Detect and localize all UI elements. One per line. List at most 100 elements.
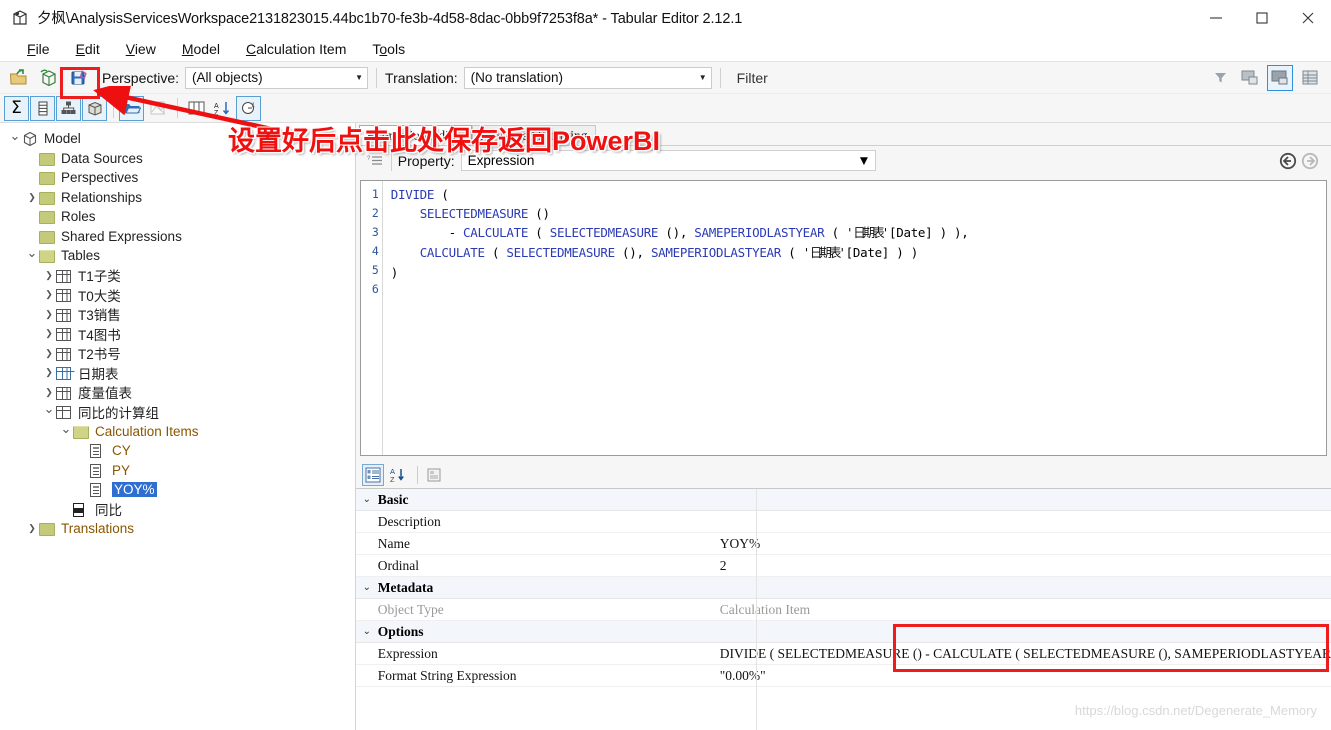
tree-node-t1-[interactable]: ❯ T1子类 bbox=[0, 266, 355, 286]
menu-edit-key: E bbox=[75, 40, 85, 57]
property-category-label: Basic bbox=[377, 491, 409, 507]
menu-file[interactable]: File bbox=[14, 39, 63, 59]
property-row[interactable]: Ordinal 2 bbox=[355, 555, 1331, 577]
tree-node--[interactable]: 同比 bbox=[0, 500, 355, 520]
tree-node-translations[interactable]: ❯ Translations bbox=[0, 519, 355, 539]
nav-forward-icon[interactable] bbox=[1299, 150, 1321, 172]
property-category-options[interactable]: ⌄ Options bbox=[355, 621, 1331, 643]
tree-node-label: 同比 bbox=[95, 503, 122, 519]
menu-tools[interactable]: Tools bbox=[359, 39, 418, 59]
tree-node-t0-[interactable]: ❯ T0大类 bbox=[0, 285, 355, 305]
alphabetical-sort-icon[interactable]: A Z bbox=[387, 464, 409, 486]
tree-node-label: Translations bbox=[61, 521, 135, 537]
connect-database-icon[interactable] bbox=[36, 65, 62, 91]
collapse-arrow-icon[interactable]: ⌄ bbox=[59, 422, 73, 435]
categorized-view-icon[interactable] bbox=[361, 464, 384, 486]
property-row[interactable]: Format String Expression "0.00%" bbox=[355, 665, 1331, 687]
property-row[interactable]: Name YOY% bbox=[355, 533, 1331, 555]
tree-node--[interactable]: ⌄ 同比的计算组 bbox=[0, 402, 355, 422]
filter-icon[interactable] bbox=[1207, 65, 1233, 91]
tree-node-tables[interactable]: ⌄ Tables bbox=[0, 246, 355, 266]
object-tree[interactable]: ⌄ Model Data Sources Perspectives ❯ Relations… bbox=[0, 123, 356, 730]
expand-arrow-icon[interactable]: ❯ bbox=[42, 329, 56, 338]
minimize-button[interactable] bbox=[1193, 0, 1239, 36]
close-button[interactable] bbox=[1285, 0, 1331, 36]
property-name: Object Type bbox=[377, 601, 444, 617]
toolbar-separator-1 bbox=[376, 67, 378, 88]
tree-node-yoy%[interactable]: YOY% bbox=[0, 480, 355, 500]
tree-node-list: ⌄ Model Data Sources Perspectives ❯ Relations… bbox=[0, 129, 355, 539]
menu-edit[interactable]: Edit bbox=[63, 39, 113, 59]
columns-toggle-icon[interactable] bbox=[30, 95, 55, 121]
menu-file-key: F bbox=[27, 40, 36, 57]
expand-arrow-icon[interactable]: ❯ bbox=[42, 309, 56, 319]
tree-node-relationships[interactable]: ❯ Relationships bbox=[0, 188, 355, 208]
collapse-arrow-icon[interactable]: ⌄ bbox=[25, 246, 39, 259]
line-number: 5 bbox=[371, 263, 379, 277]
folder-icon bbox=[39, 190, 56, 205]
calculation-group-icon bbox=[56, 404, 73, 420]
expand-arrow-icon[interactable]: ❯ bbox=[42, 348, 56, 358]
collapse-arrow-icon[interactable]: ⌄ bbox=[8, 129, 22, 142]
filter-input[interactable]: Filter bbox=[728, 66, 1205, 89]
maximize-button[interactable] bbox=[1239, 0, 1285, 36]
expression-code-editor[interactable]: 1 2 3 4 5 6 DIVIDE ( SELECTEDMEASURE () - CAL… bbox=[359, 180, 1327, 456]
property-value[interactable]: DIVIDE ( SELECTEDMEASURE () - CALCULATE … bbox=[716, 646, 1331, 662]
properties-grid[interactable]: ⌄ Basic Description Name YOY% Ordinal 2 ⌄ Metada… bbox=[355, 488, 1331, 730]
expand-arrow-icon[interactable]: ❯ bbox=[25, 192, 39, 202]
tree-node-perspectives[interactable]: Perspectives bbox=[0, 168, 355, 188]
tree-node-label: T0大类 bbox=[78, 288, 121, 304]
hide-preview-icon[interactable] bbox=[1237, 65, 1263, 91]
tree-node-calculation-items[interactable]: ⌄ Calculation Items bbox=[0, 422, 355, 442]
tree-node-py[interactable]: PY bbox=[0, 461, 355, 481]
expand-arrow-icon[interactable]: ❯ bbox=[42, 290, 56, 299]
translation-combo[interactable]: (No translation) ▼ bbox=[463, 66, 712, 89]
property-value[interactable]: 2 bbox=[716, 558, 1331, 574]
property-category-metadata[interactable]: ⌄ Metadata bbox=[355, 577, 1331, 599]
property-value[interactable]: "0.00%" bbox=[716, 668, 1331, 684]
measures-toggle-icon[interactable]: Σ bbox=[4, 95, 29, 121]
grid-view-icon[interactable] bbox=[1297, 65, 1323, 91]
tree-node-t3-[interactable]: ❯ T3销售 bbox=[0, 305, 355, 325]
tree-node-label: YOY% bbox=[111, 481, 158, 499]
dax-code[interactable]: DIVIDE ( SELECTEDMEASURE () - CALCULATE … bbox=[383, 181, 1326, 455]
tree-node-t2-[interactable]: ❯ T2书号 bbox=[0, 344, 355, 364]
tree-node-t4-[interactable]: ❯ T4图书 bbox=[0, 324, 355, 344]
category-collapse-icon[interactable]: ⌄ bbox=[356, 626, 378, 637]
folder-icon bbox=[39, 521, 56, 537]
tree-node-shared-expressions[interactable]: Shared Expressions bbox=[0, 227, 355, 247]
tree-node-roles[interactable]: Roles bbox=[0, 207, 355, 227]
property-row[interactable]: Description bbox=[355, 511, 1331, 533]
expand-arrow-icon[interactable]: ❯ bbox=[42, 387, 56, 397]
menu-view[interactable]: View bbox=[113, 39, 169, 59]
property-row[interactable]: Expression DIVIDE ( SELECTEDMEASURE () - … bbox=[355, 643, 1331, 665]
expand-arrow-icon[interactable]: ❯ bbox=[42, 270, 56, 280]
property-row[interactable]: Object Type Calculation Item bbox=[355, 599, 1331, 621]
open-file-icon[interactable] bbox=[6, 65, 32, 91]
property-pages-icon[interactable] bbox=[423, 464, 445, 486]
nav-back-icon[interactable] bbox=[1277, 150, 1299, 172]
properties-column-divider[interactable] bbox=[755, 489, 757, 730]
menu-calculation-item[interactable]: Calculation Item bbox=[233, 39, 359, 59]
app-icon bbox=[11, 9, 29, 27]
tree-node--[interactable]: ❯ 度量值表 bbox=[0, 383, 355, 403]
collapse-arrow-icon[interactable]: ⌄ bbox=[42, 402, 56, 415]
show-preview-icon[interactable] bbox=[1267, 64, 1293, 91]
expand-arrow-icon[interactable]: ❯ bbox=[42, 368, 56, 377]
menu-calculation-item-key: C bbox=[245, 40, 257, 57]
hierarchies-toggle-icon[interactable] bbox=[56, 95, 81, 121]
property-category-basic[interactable]: ⌄ Basic bbox=[355, 489, 1331, 511]
menu-model[interactable]: Model bbox=[169, 39, 233, 59]
tree-node--[interactable]: ❯ 日期表 bbox=[0, 363, 355, 383]
tree-node-label: PY bbox=[112, 462, 131, 478]
category-collapse-icon[interactable]: ⌄ bbox=[356, 494, 378, 505]
menu-calculation-item-label: alculation Item bbox=[256, 40, 347, 57]
tree-node-label: 度量值表 bbox=[78, 386, 132, 402]
category-collapse-icon[interactable]: ⌄ bbox=[356, 582, 378, 593]
expand-arrow-icon[interactable]: ❯ bbox=[25, 524, 39, 533]
property-value[interactable]: YOY% bbox=[716, 536, 1331, 552]
menu-tools-label: ols bbox=[387, 40, 406, 57]
tree-node-cy[interactable]: CY bbox=[0, 441, 355, 461]
folder-open-icon bbox=[73, 424, 90, 439]
menu-bar: File Edit View Model Calculation Item To… bbox=[0, 36, 1331, 62]
